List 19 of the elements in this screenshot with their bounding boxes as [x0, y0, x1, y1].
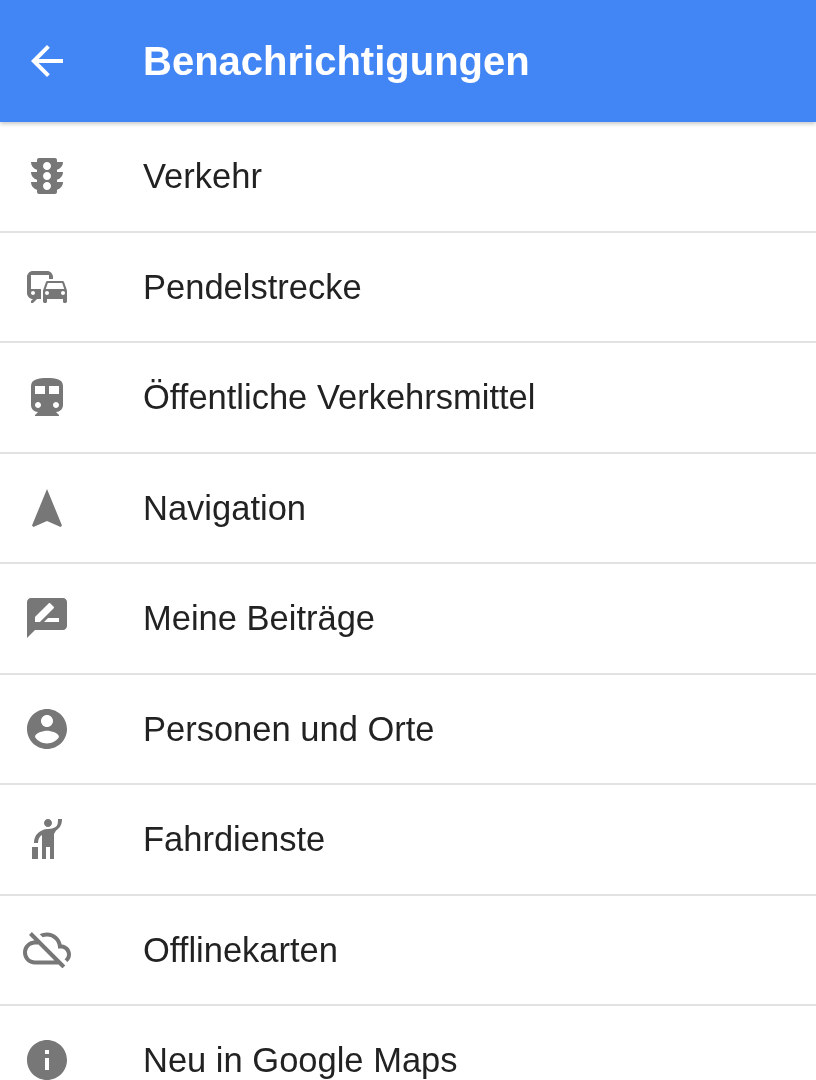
navigation-arrow-icon [32, 488, 62, 527]
cloud-off-icon [23, 931, 71, 968]
settings-list-item[interactable]: Pendelstrecke [0, 232, 816, 343]
settings-list-item[interactable]: Fahrdienste [0, 785, 816, 896]
person-waving-icon [32, 819, 62, 860]
settings-list-item[interactable]: Navigation [0, 453, 816, 564]
settings-list-item[interactable]: Personen und Orte [0, 674, 816, 785]
train-icon [31, 378, 63, 417]
page-title: Benachrichtigungen [143, 38, 530, 84]
car-icon [27, 270, 67, 303]
back-arrow-icon [31, 45, 63, 77]
info-icon [27, 1040, 67, 1080]
settings-list-item[interactable]: Öffentliche Verkehrsmittel [0, 343, 816, 454]
pencil-speech-bubble-icon [27, 598, 67, 639]
settings-list-item[interactable]: Neu in Google Maps [0, 1006, 816, 1080]
settings-list-item[interactable]: Meine Beiträge [0, 564, 816, 675]
traffic-light-icon [31, 158, 63, 195]
settings-list-item[interactable]: Verkehr [0, 122, 816, 233]
settings-list-item[interactable]: Offlinekarten [0, 895, 816, 1006]
